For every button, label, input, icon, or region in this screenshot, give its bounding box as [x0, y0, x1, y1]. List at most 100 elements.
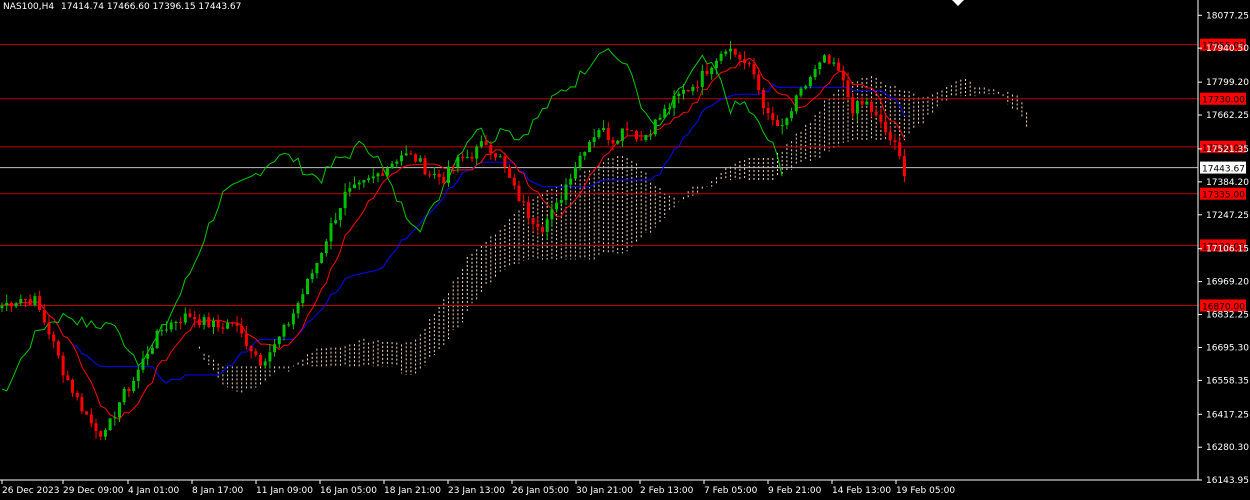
- candle-body: [635, 131, 638, 140]
- candle-body: [700, 70, 704, 88]
- candle-body: [230, 322, 234, 324]
- candle-body: [188, 313, 192, 317]
- time-tick-label: 16 Jan 05:00: [320, 486, 377, 496]
- candle-body: [508, 166, 512, 178]
- candle-body: [244, 333, 248, 346]
- candle-body: [644, 135, 648, 140]
- candle-body: [428, 174, 432, 176]
- candle-body: [75, 392, 79, 398]
- candle-body: [658, 117, 662, 120]
- candle-body: [559, 199, 563, 203]
- candle-body: [56, 341, 60, 356]
- candle-body: [179, 321, 183, 323]
- price-tick-label: 17384.20: [1206, 178, 1249, 188]
- candle-body: [743, 59, 747, 64]
- candle-body: [884, 121, 888, 133]
- candle-body: [343, 191, 347, 209]
- candle-body: [714, 60, 718, 68]
- time-tick-label: 7 Feb 05:00: [704, 486, 758, 496]
- ohlc-label: 17414.74 17466.60 17396.15 17443.67: [61, 2, 242, 12]
- time-tick-label: 29 Dec 09:00: [63, 486, 124, 496]
- candle-body: [42, 310, 46, 323]
- candle-body: [240, 325, 244, 334]
- price-tick-label: 16832.25: [1206, 311, 1249, 321]
- candle-body: [132, 380, 136, 391]
- candle-body: [85, 411, 89, 415]
- candle-body: [860, 101, 864, 105]
- price-tick-label: 18077.25: [1206, 11, 1249, 21]
- candle-body: [550, 209, 554, 220]
- candle-body: [212, 320, 215, 328]
- candle-body: [254, 351, 258, 355]
- price-tick-label: 17662.25: [1206, 111, 1249, 121]
- level-label: 17335.00: [1202, 191, 1245, 201]
- candle-body: [804, 86, 808, 89]
- candle-body: [197, 319, 201, 325]
- chart-shift-marker-icon[interactable]: [952, 0, 964, 6]
- candle-body: [202, 317, 206, 325]
- candle-body: [418, 158, 422, 162]
- candle-body: [484, 141, 488, 145]
- time-tick-label: 26 Jan 05:00: [512, 486, 569, 496]
- candle-body: [371, 176, 375, 179]
- candle-body: [235, 323, 239, 326]
- candle-body: [273, 344, 277, 353]
- candle-body: [879, 114, 883, 122]
- candle-body: [888, 132, 892, 141]
- candle-body: [357, 182, 361, 185]
- candle-body: [268, 352, 272, 362]
- candle-body: [409, 153, 413, 155]
- candle-body: [169, 322, 173, 330]
- candle-body: [724, 51, 728, 54]
- candle-body: [479, 141, 483, 147]
- candle-body: [310, 273, 314, 279]
- candle-body: [545, 219, 549, 232]
- candle-body: [315, 262, 319, 274]
- candle-body: [451, 166, 455, 168]
- candle-body: [103, 429, 107, 437]
- candle-body: [597, 130, 601, 138]
- candle-body: [94, 423, 98, 432]
- candle-body: [367, 178, 371, 181]
- candle-body: [221, 327, 225, 329]
- candle-body: [338, 208, 342, 221]
- level-label: 17730.00: [1202, 96, 1245, 106]
- time-tick-label: 11 Jan 09:00: [256, 486, 313, 496]
- candle-body: [512, 177, 516, 186]
- candle-body: [517, 185, 521, 202]
- candle-body: [541, 227, 544, 232]
- candle-body: [649, 134, 653, 136]
- candle-body: [33, 296, 37, 305]
- candle-body: [259, 354, 262, 366]
- candle-body: [536, 223, 540, 228]
- time-tick-label: 8 Jan 17:00: [192, 486, 244, 496]
- candle-body: [893, 140, 897, 143]
- time-tick-label: 4 Jan 01:00: [128, 486, 180, 496]
- candle-body: [14, 303, 18, 307]
- candle-body: [790, 111, 794, 119]
- candle-body: [611, 139, 615, 144]
- time-tick-label: 18 Jan 21:00: [384, 486, 441, 496]
- current-price-label: 17443.67: [1202, 165, 1245, 175]
- candle-body: [400, 155, 403, 162]
- price-chart[interactable]: 17955.0017730.0017530.0017335.0017120.00…: [0, 0, 1250, 500]
- candle-body: [66, 375, 70, 381]
- price-tick-label: 16558.35: [1206, 376, 1249, 386]
- candle-body: [183, 313, 187, 323]
- candle-body: [465, 156, 469, 158]
- candle-body: [837, 62, 841, 71]
- candle-body: [771, 113, 775, 121]
- time-tick-label: 2 Feb 13:00: [640, 486, 694, 496]
- candle-body: [569, 178, 573, 185]
- candle-body: [9, 302, 13, 307]
- candle-body: [216, 320, 220, 328]
- time-tick-label: 30 Jan 21:00: [576, 486, 633, 496]
- candle-body: [287, 324, 291, 326]
- candle-body: [531, 218, 535, 224]
- candle-body: [385, 168, 389, 176]
- candle-body: [404, 153, 408, 156]
- candle-body: [747, 63, 751, 65]
- candle-body: [442, 177, 446, 184]
- candle-body: [390, 163, 394, 169]
- candle-body: [522, 201, 526, 203]
